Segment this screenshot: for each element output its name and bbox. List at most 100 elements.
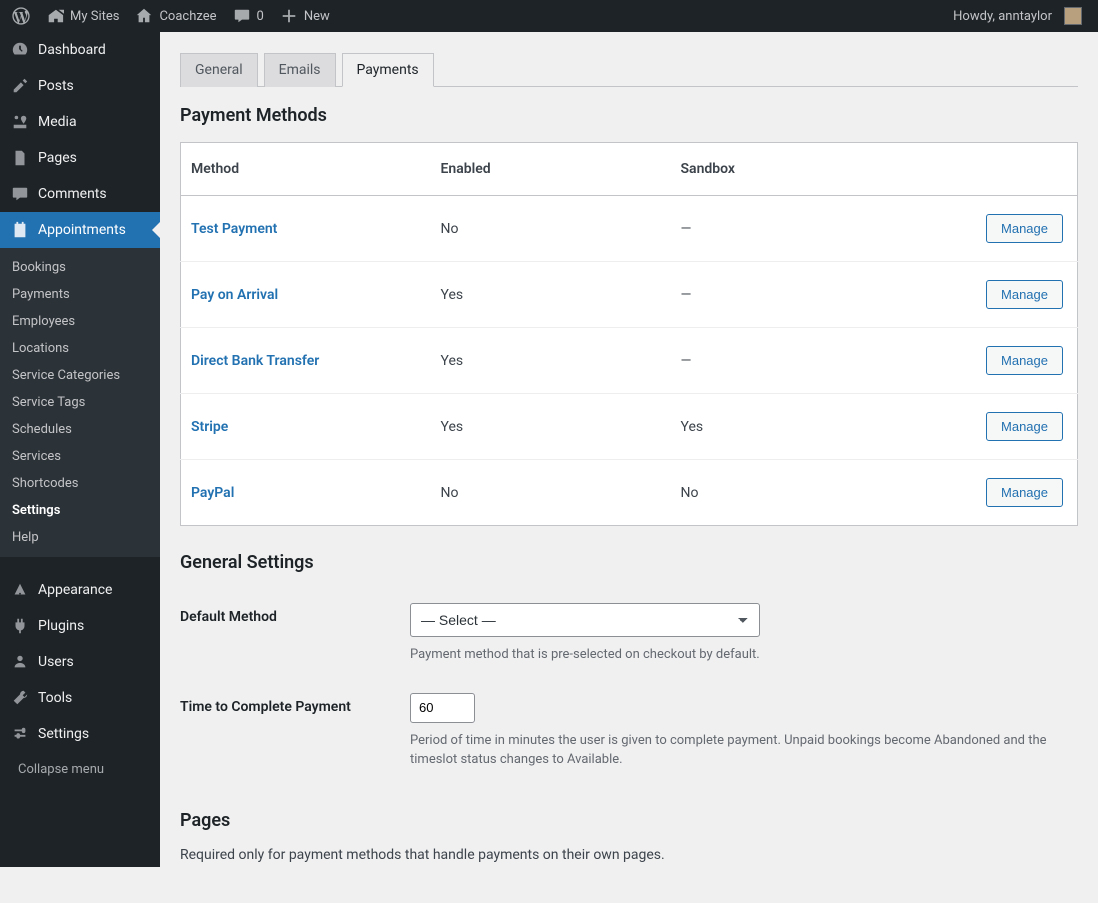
method-link[interactable]: Test Payment: [191, 221, 277, 237]
sub-item-service-categories[interactable]: Service Categories: [0, 362, 160, 389]
menu-item-users[interactable]: Users: [0, 644, 160, 680]
new-label: New: [304, 9, 330, 24]
menu-item-tools[interactable]: Tools: [0, 680, 160, 716]
my-sites-button[interactable]: My Sites: [38, 0, 127, 32]
method-link[interactable]: PayPal: [191, 485, 234, 501]
cell-sandbox: —: [671, 262, 948, 328]
wp-logo[interactable]: [4, 0, 38, 32]
sub-item-payments[interactable]: Payments: [0, 281, 160, 308]
avatar: [1064, 7, 1082, 25]
account-button[interactable]: Howdy, anntaylor: [945, 0, 1090, 32]
menu-label: Posts: [38, 78, 74, 94]
sub-item-help[interactable]: Help: [0, 524, 160, 551]
tools-icon: [10, 688, 30, 708]
dashboard-icon: [10, 40, 30, 60]
menu-label: Appearance: [38, 582, 112, 598]
my-sites-label: My Sites: [70, 9, 119, 24]
menu-item-pages[interactable]: Pages: [0, 140, 160, 176]
sub-item-employees[interactable]: Employees: [0, 308, 160, 335]
cell-sandbox: —: [671, 328, 948, 394]
site-name-button[interactable]: Coachzee: [127, 0, 224, 32]
col-enabled: Enabled: [431, 143, 671, 196]
comments-button[interactable]: 0: [225, 0, 272, 32]
table-row: Direct Bank Transfer Yes— Manage: [181, 328, 1078, 394]
menu-label: Plugins: [38, 618, 84, 634]
submenu-appointments: BookingsPaymentsEmployeesLocationsServic…: [0, 248, 160, 557]
menu-label: Tools: [38, 690, 72, 706]
menu-label: Media: [38, 114, 77, 130]
col-sandbox: Sandbox: [671, 143, 948, 196]
pages-heading: Pages: [180, 810, 1078, 831]
new-button[interactable]: New: [272, 0, 338, 32]
sub-item-shortcodes[interactable]: Shortcodes: [0, 470, 160, 497]
sub-item-service-tags[interactable]: Service Tags: [0, 389, 160, 416]
comments-icon: [10, 184, 30, 204]
cell-sandbox: No: [671, 460, 948, 526]
home-icon: [135, 7, 153, 25]
method-link[interactable]: Stripe: [191, 419, 228, 435]
col-method: Method: [181, 143, 431, 196]
menu-item-appointments[interactable]: Appointments: [0, 212, 160, 248]
users-icon: [10, 652, 30, 672]
appearance-icon: [10, 580, 30, 600]
menu-label: Comments: [38, 186, 107, 202]
menu-item-dashboard[interactable]: Dashboard: [0, 32, 160, 68]
greeting-text: Howdy, anntaylor: [953, 9, 1052, 24]
manage-button[interactable]: Manage: [986, 214, 1063, 243]
sidebar: Dashboard Posts Media Pages Comments Appointm…: [0, 32, 160, 867]
time-to-complete-input[interactable]: [410, 693, 475, 723]
pages-desc: Required only for payment methods that h…: [180, 847, 1078, 863]
collapse-menu-button[interactable]: Collapse menu: [0, 752, 160, 787]
adminbar: My Sites Coachzee 0 New Howdy, anntaylor: [0, 0, 1098, 32]
appointments-icon: [10, 220, 30, 240]
manage-button[interactable]: Manage: [986, 280, 1063, 309]
table-row: StripeYesYesManage: [181, 394, 1078, 460]
pages-icon: [10, 148, 30, 168]
manage-button[interactable]: Manage: [986, 478, 1063, 507]
method-link[interactable]: Direct Bank Transfer: [191, 353, 319, 369]
sub-item-bookings[interactable]: Bookings: [0, 254, 160, 281]
menu-item-comments[interactable]: Comments: [0, 176, 160, 212]
cell-enabled: No: [431, 196, 671, 262]
cell-enabled: No: [431, 460, 671, 526]
row-default-method: Default Method — Select — Payment method…: [180, 589, 1078, 679]
sub-item-services[interactable]: Services: [0, 443, 160, 470]
general-settings-heading: General Settings: [180, 552, 1078, 573]
cell-sandbox: —: [671, 196, 948, 262]
default-method-label: Default Method: [180, 603, 390, 625]
menu-item-appearance[interactable]: Appearance: [0, 572, 160, 608]
manage-button[interactable]: Manage: [986, 412, 1063, 441]
tabs: GeneralEmailsPayments: [180, 52, 1078, 87]
plugins-icon: [10, 616, 30, 636]
menu-item-plugins[interactable]: Plugins: [0, 608, 160, 644]
menu-label: Users: [38, 654, 74, 670]
row-time-to-complete: Time to Complete Payment Period of time …: [180, 679, 1078, 784]
site-name-label: Coachzee: [159, 9, 216, 24]
tab-general[interactable]: General: [180, 53, 258, 87]
cell-enabled: Yes: [431, 328, 671, 394]
main-content: GeneralEmailsPayments Payment Methods Me…: [160, 32, 1098, 903]
default-method-select[interactable]: — Select —: [410, 603, 760, 637]
payment-methods-heading: Payment Methods: [180, 105, 1078, 126]
time-to-complete-label: Time to Complete Payment: [180, 693, 390, 715]
comment-icon: [233, 7, 251, 25]
manage-button[interactable]: Manage: [986, 346, 1063, 375]
table-row: Pay on ArrivalYes—Manage: [181, 262, 1078, 328]
table-row: PayPal NoNo Manage: [181, 460, 1078, 526]
method-link[interactable]: Pay on Arrival: [191, 287, 278, 303]
sub-item-schedules[interactable]: Schedules: [0, 416, 160, 443]
menu-item-media[interactable]: Media: [0, 104, 160, 140]
menu-item-settings[interactable]: Settings: [0, 716, 160, 752]
sub-item-locations[interactable]: Locations: [0, 335, 160, 362]
menu-label: Dashboard: [38, 42, 106, 58]
menu-label: Pages: [38, 150, 77, 166]
menu-item-posts[interactable]: Posts: [0, 68, 160, 104]
sub-item-settings[interactable]: Settings: [0, 497, 160, 524]
tab-payments[interactable]: Payments: [342, 53, 434, 87]
tab-emails[interactable]: Emails: [264, 53, 336, 87]
table-row: Test Payment No— Manage: [181, 196, 1078, 262]
posts-icon: [10, 76, 30, 96]
comments-count: 0: [257, 9, 264, 24]
default-method-desc: Payment method that is pre-selected on c…: [410, 645, 1070, 665]
collapse-label: Collapse menu: [18, 762, 104, 777]
